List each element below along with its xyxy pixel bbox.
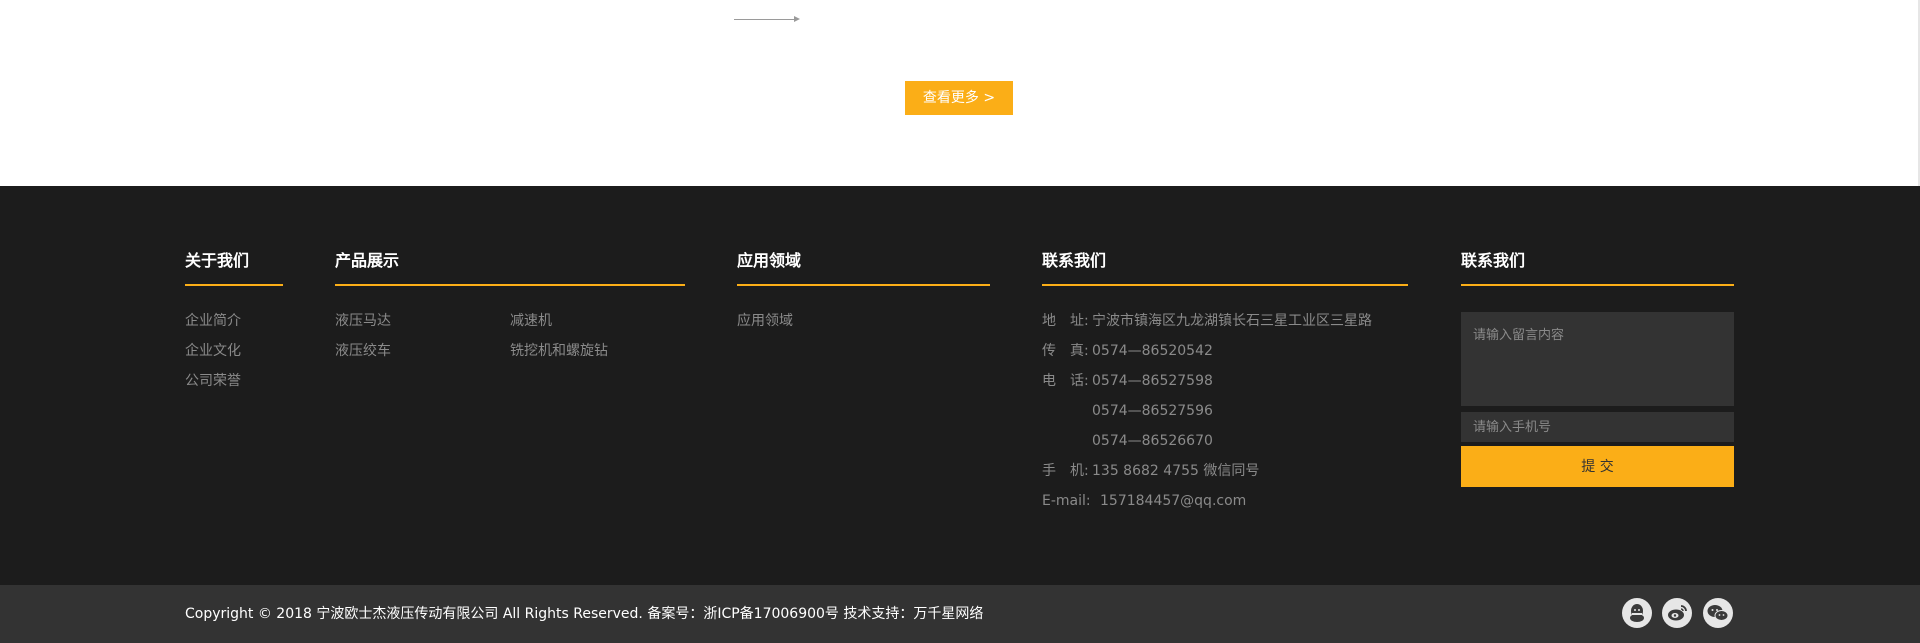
footer-link-applications[interactable]: 应用领域 xyxy=(737,306,990,336)
contact-phone-3: 0574—86526670 xyxy=(1092,433,1213,449)
footer-applications-title: 应用领域 xyxy=(737,251,802,270)
footer-form-rule xyxy=(1461,284,1734,286)
top-section: 查看更多 > xyxy=(0,0,1920,186)
contact-mobile: 手 机: 135 8682 4755 微信同号 xyxy=(1042,463,1260,479)
submit-button[interactable]: 提 交 xyxy=(1461,446,1734,487)
weibo-icon[interactable] xyxy=(1662,598,1692,628)
footer-link-hydraulic-winch[interactable]: 液压绞车 xyxy=(335,336,510,366)
contact-email: E-mail: 157184457@qq.com xyxy=(1042,493,1247,509)
footer-about-title: 关于我们 xyxy=(185,251,250,270)
footer-link-hydraulic-motor[interactable]: 液压马达 xyxy=(335,306,510,336)
footer-form-title: 联系我们 xyxy=(1461,251,1526,270)
wechat-icon[interactable] xyxy=(1703,598,1733,628)
footer-form-column: 联系我们 xyxy=(1461,250,1734,286)
copyright-text: Copyright © 2018 宁波欧士杰液压传动有限公司 All Right… xyxy=(185,606,984,622)
footer-link-reducer[interactable]: 减速机 xyxy=(510,306,685,336)
footer-link-company-profile[interactable]: 企业简介 xyxy=(185,306,283,336)
contact-fax: 传 真: 0574—86520542 xyxy=(1042,343,1213,359)
contact-phone-1: 电 话: 0574—86527598 xyxy=(1042,373,1213,389)
footer: 关于我们 企业简介 企业文化 公司荣誉 产品展示 液压马达 减速机 液压绞车 铣… xyxy=(0,186,1920,585)
footer-applications-rule xyxy=(737,284,990,286)
view-more-button[interactable]: 查看更多 > xyxy=(905,81,1013,115)
message-textarea[interactable] xyxy=(1461,312,1734,406)
arrow-right-icon xyxy=(794,16,800,22)
phone-input[interactable] xyxy=(1461,412,1734,442)
contact-phone-2: 0574—86527596 xyxy=(1092,403,1213,419)
contact-address: 地 址: 宁波市镇海区九龙湖镇长石三星工业区三星路 xyxy=(1042,313,1372,329)
footer-contact-rule xyxy=(1042,284,1408,286)
footer-products-rule xyxy=(335,284,685,286)
footer-applications-column: 应用领域 应用领域 xyxy=(737,250,990,336)
footer-products-title: 产品展示 xyxy=(335,251,400,270)
footer-link-company-honors[interactable]: 公司荣誉 xyxy=(185,366,283,396)
footer-contact-title: 联系我们 xyxy=(1042,251,1107,270)
footer-about-rule xyxy=(185,284,283,286)
bottom-bar: Copyright © 2018 宁波欧士杰液压传动有限公司 All Right… xyxy=(0,585,1920,643)
footer-link-company-culture[interactable]: 企业文化 xyxy=(185,336,283,366)
footer-link-milling-auger[interactable]: 铣挖机和螺旋钻 xyxy=(510,336,685,366)
footer-products-column: 产品展示 液压马达 减速机 液压绞车 铣挖机和螺旋钻 xyxy=(335,250,685,366)
qq-icon[interactable] xyxy=(1622,598,1652,628)
footer-about-column: 关于我们 企业简介 企业文化 公司荣誉 xyxy=(185,250,283,396)
arrow-line xyxy=(734,19,796,20)
footer-contact-column: 联系我们 地 址: 宁波市镇海区九龙湖镇长石三星工业区三星路 传 真: 0574—8… xyxy=(1042,250,1408,516)
